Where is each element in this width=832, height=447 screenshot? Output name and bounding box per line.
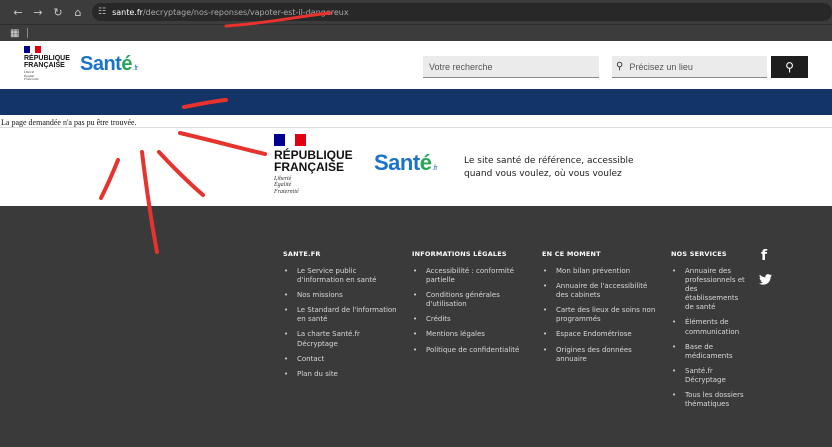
footer-link[interactable]: Carte des lieux de soins non programmés [542,306,657,324]
footer-link[interactable]: Tous les dossiers thématiques [671,391,749,409]
search-input[interactable]: Votre recherche [423,56,599,78]
footer-link[interactable]: Éléments de communication [671,318,749,336]
social-links: f [759,248,772,290]
apps-grid-icon[interactable]: ▦ [10,28,19,39]
footer-link[interactable]: Crédits [412,315,527,324]
footer-link[interactable]: Accessibilité : conformité partielle [412,267,527,285]
rf-line1: RÉPUBLIQUE [24,55,70,62]
sante-fr-logo[interactable]: Santé.fr [80,53,138,76]
reload-icon[interactable]: ↻ [48,6,68,19]
location-pin-icon: ⚲ [616,61,624,72]
footer-link[interactable]: Plan du site [283,370,398,379]
footer-column-sante: SANTE.FR Le Service public d'information… [283,250,398,385]
forward-icon[interactable]: → [28,6,48,19]
location-input[interactable]: ⚲ Précisez un lieu [612,56,767,78]
footer-column-title: EN CE MOMENT [542,250,601,258]
brand-block: RÉPUBLIQUE FRANÇAISE Liberté Égalité Fra… [0,128,832,206]
rf-motto: Liberté Égalité Fraternité [24,70,39,82]
footer-link[interactable]: La charte Santé.fr Décryptage [283,330,398,348]
facebook-icon[interactable]: f [761,248,772,264]
footer-link[interactable]: Santé.fr Décryptage [671,367,749,385]
footer-link[interactable]: Espace Endométriose [542,330,657,339]
footer-link[interactable]: Annuaire de l'accessibilité des cabinets [542,282,657,300]
main-navigation-band [0,89,832,115]
footer-link[interactable]: Annuaire des professionnels et des établ… [671,267,749,312]
search-button[interactable]: ⚲ [771,56,808,78]
footer-link[interactable]: Conditions générales d'utilisation [412,291,527,309]
site-info-icon[interactable]: ☷ [98,7,106,17]
footer-link[interactable]: Le Standard de l'information en santé [283,306,398,324]
footer-column-title: NOS SERVICES [671,250,727,258]
footer-link[interactable]: Nos missions [283,291,398,300]
url-host: sante.fr [112,7,143,17]
bookmarks-bar: ▦ [0,24,832,41]
browser-toolbar: ← → ↻ ⌂ ☷ sante.fr/decryptage/nos-repons… [0,0,832,24]
footer-link[interactable]: Base de médicaments [671,343,749,361]
republique-francaise-logo-large: RÉPUBLIQUE FRANÇAISE Liberté Égalité Fra… [274,134,353,195]
sante-fr-logo-large: Santé.fr [374,150,438,175]
republique-francaise-logo[interactable]: RÉPUBLIQUE FRANÇAISE Liberté Égalité Fra… [24,46,70,82]
bookmark-separator [27,28,29,38]
site-tagline: Le site santé de référence, accessible q… [464,156,634,179]
search-icon: ⚲ [785,60,794,74]
address-bar[interactable]: ☷ sante.fr/decryptage/nos-reponses/vapot… [92,3,832,21]
twitter-icon[interactable] [759,272,772,290]
footer-column-legal: INFORMATIONS LÉGALES Accessibilité : con… [412,250,527,361]
site-header: RÉPUBLIQUE FRANÇAISE Liberté Égalité Fra… [0,42,832,89]
footer-link[interactable]: Politique de confidentialité [412,346,527,355]
french-flag-icon [24,46,42,53]
footer-link[interactable]: Le Service public d'information en santé [283,267,398,285]
url-path: /decryptage/nos-reponses/vapoter-est-il-… [142,7,349,17]
site-footer: SANTE.FR Le Service public d'information… [0,206,832,447]
footer-column-title: SANTE.FR [283,250,321,258]
footer-link[interactable]: Mentions légales [412,330,527,339]
footer-link[interactable]: Origines des données annuaire [542,346,657,364]
footer-column-news: EN CE MOMENT Mon bilan prévention Annuai… [542,250,657,370]
footer-column-title: INFORMATIONS LÉGALES [412,250,507,258]
french-flag-icon [274,134,307,146]
rf-line2: FRANÇAISE [24,62,65,69]
error-message: La page demandée n'a pas pu être trouvée… [1,118,137,127]
footer-link[interactable]: Contact [283,355,398,364]
footer-link[interactable]: Mon bilan prévention [542,267,657,276]
footer-column-services: NOS SERVICES Annuaire des professionnels… [671,250,749,415]
home-icon[interactable]: ⌂ [68,6,88,19]
back-icon[interactable]: ← [8,6,28,19]
